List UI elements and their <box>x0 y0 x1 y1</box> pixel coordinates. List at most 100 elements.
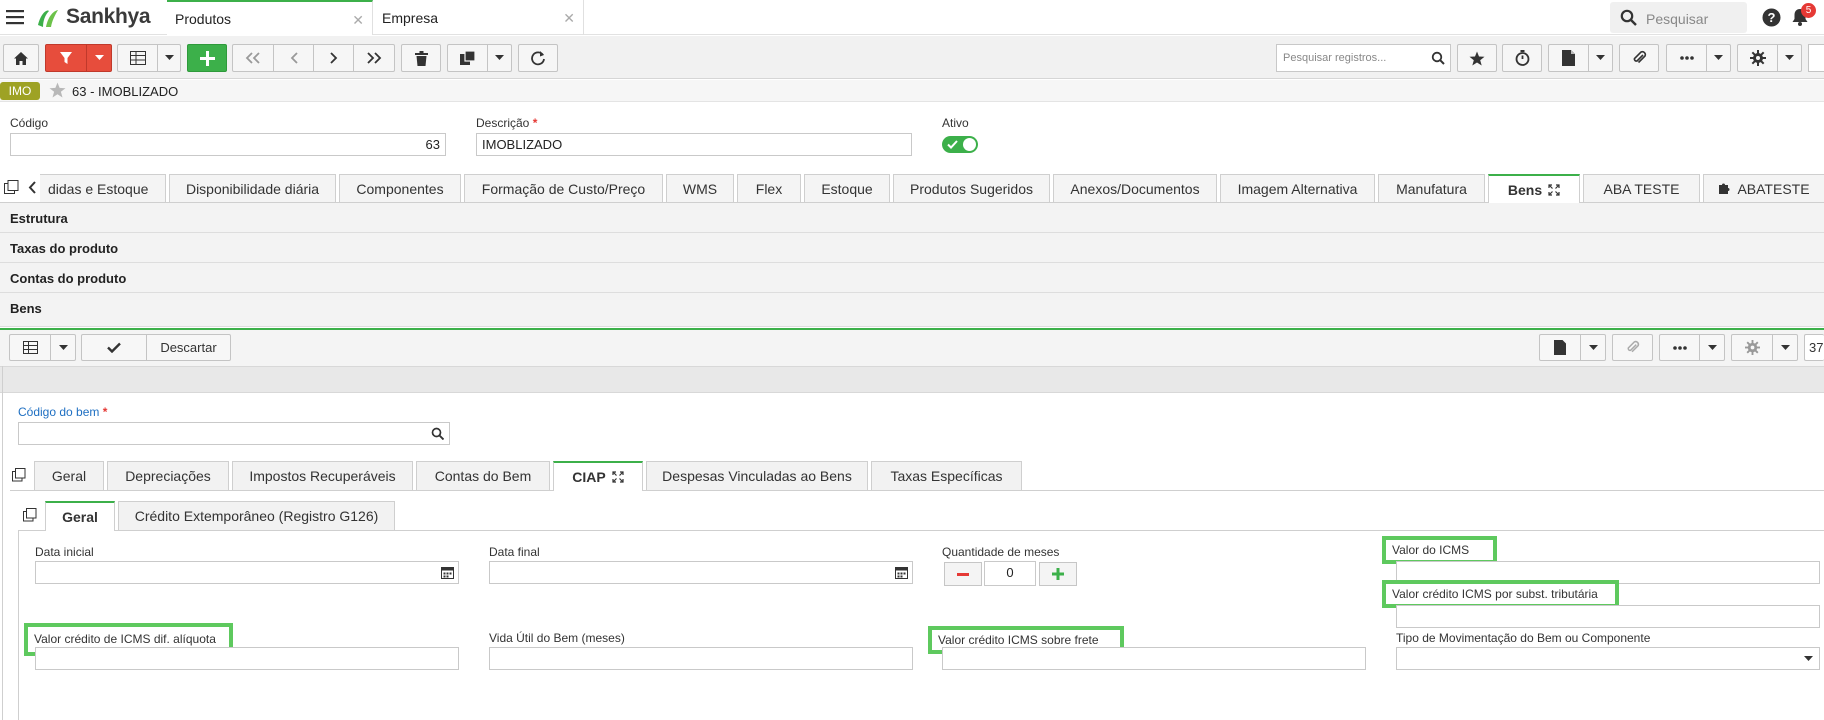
star-icon[interactable] <box>49 82 66 98</box>
double-chevron-left-icon <box>245 52 260 64</box>
section-estrutura[interactable]: Estrutura <box>0 203 1824 233</box>
home-icon <box>14 51 28 65</box>
tab-formacao-custo[interactable]: Formação de Custo/Preço <box>464 174 663 202</box>
ciap-tabs-baseline <box>18 530 1824 531</box>
previous-record-button[interactable] <box>273 44 314 72</box>
svg-text:?: ? <box>1768 10 1776 25</box>
more-actions-button[interactable] <box>1666 44 1707 72</box>
delete-button[interactable] <box>401 44 441 72</box>
page-number-input[interactable] <box>1808 44 1824 72</box>
section-contas-produto[interactable]: Contas do produto <box>0 263 1824 293</box>
tab-bem-impostos[interactable]: Impostos Recuperáveis <box>232 461 413 490</box>
copy-tabs-icon[interactable] <box>4 180 19 195</box>
tab-bem-depreciacoes[interactable]: Depreciações <box>107 461 229 490</box>
tab-imagem-alternativa[interactable]: Imagem Alternativa <box>1220 174 1375 202</box>
tab-manufatura[interactable]: Manufatura <box>1378 174 1485 202</box>
report-dropdown-button[interactable] <box>1588 44 1613 72</box>
record-title: 63 - IMOBLIZADO <box>72 84 179 99</box>
tab-wms[interactable]: WMS <box>666 174 734 202</box>
descricao-field[interactable]: IMOBLIZADO <box>476 133 912 156</box>
tab-ciap-geral[interactable]: Geral <box>45 501 115 531</box>
tab-aba-teste[interactable]: ABA TESTE <box>1583 174 1700 202</box>
codigo-bem-field[interactable] <box>18 422 450 445</box>
bens-report-button[interactable] <box>1539 334 1581 361</box>
settings-button[interactable] <box>1737 44 1778 72</box>
tab-flex[interactable]: Flex <box>737 174 801 202</box>
more-actions-dropdown-button[interactable] <box>1706 44 1731 72</box>
tab-estoque[interactable]: Estoque <box>804 174 890 202</box>
increment-button[interactable] <box>1039 562 1077 586</box>
tab-bem-geral[interactable]: Geral <box>34 461 104 490</box>
bens-grid-view-button[interactable] <box>9 334 51 361</box>
tab-bem-taxas[interactable]: Taxas Específicas <box>871 461 1022 490</box>
home-button[interactable] <box>3 44 39 72</box>
check-icon <box>947 140 958 149</box>
section-taxas-produto[interactable]: Taxas do produto <box>0 233 1824 263</box>
tab-bem-ciap[interactable]: CIAP <box>553 461 643 491</box>
tabs-scroll-left-icon[interactable] <box>28 181 37 194</box>
data-final-field[interactable] <box>489 561 913 584</box>
valor-credito-subst-field[interactable] <box>1396 605 1820 628</box>
grid-view-dropdown-button[interactable] <box>157 44 181 72</box>
timer-button[interactable] <box>1502 44 1542 72</box>
copy-tabs-icon[interactable] <box>12 468 26 482</box>
doc-tab-produtos[interactable]: Produtos ✕ <box>167 0 373 35</box>
doc-tab-empresa[interactable]: Empresa ✕ <box>374 0 584 35</box>
filter-button[interactable] <box>45 44 87 72</box>
tab-abateste[interactable]: ABATESTE <box>1703 174 1824 202</box>
record-search-input[interactable]: Pesquisar registros... <box>1276 44 1451 72</box>
bens-report-dropdown-button[interactable] <box>1580 334 1606 361</box>
valor-credito-dif-aliquota-field[interactable] <box>35 647 459 670</box>
tab-ciap-credito-extemporaneo[interactable]: Crédito Extemporâneo (Registro G126) <box>118 501 395 530</box>
tipo-movimentacao-select[interactable] <box>1396 647 1820 670</box>
valor-credito-frete-field[interactable] <box>942 647 1366 670</box>
section-bens[interactable]: Bens <box>0 293 1824 327</box>
tab-bem-despesas[interactable]: Despesas Vinculadas ao Bens <box>646 461 868 490</box>
bens-grid-dropdown-button[interactable] <box>50 334 76 361</box>
bens-more-actions-button[interactable] <box>1659 334 1700 361</box>
bens-page-number-input[interactable]: 37 <box>1804 334 1824 361</box>
tab-bem-contas[interactable]: Contas do Bem <box>416 461 550 490</box>
hamburger-menu-icon[interactable] <box>6 10 24 25</box>
add-record-button[interactable] <box>187 44 227 72</box>
settings-dropdown-button[interactable] <box>1777 44 1802 72</box>
last-record-button[interactable] <box>353 44 395 72</box>
duplicate-button[interactable] <box>447 44 488 72</box>
vida-util-field[interactable] <box>489 647 913 670</box>
calendar-icon[interactable] <box>441 566 454 579</box>
tab-produtos-sugeridos[interactable]: Produtos Sugeridos <box>893 174 1050 202</box>
first-record-button[interactable] <box>232 44 274 72</box>
favorite-button[interactable] <box>1457 44 1497 72</box>
close-icon[interactable]: ✕ <box>563 10 575 27</box>
report-button[interactable] <box>1548 44 1589 72</box>
close-icon[interactable]: ✕ <box>352 12 364 29</box>
duplicate-dropdown-button[interactable] <box>487 44 512 72</box>
help-icon[interactable]: ? <box>1762 8 1781 27</box>
tab-anexos-documentos[interactable]: Anexos/Documentos <box>1053 174 1217 202</box>
tab-bens[interactable]: Bens <box>1488 174 1580 203</box>
search-icon[interactable] <box>431 427 444 440</box>
bens-more-actions-dropdown-button[interactable] <box>1699 334 1725 361</box>
calendar-icon[interactable] <box>895 566 908 579</box>
filter-dropdown-button[interactable] <box>86 44 112 72</box>
next-record-button[interactable] <box>313 44 354 72</box>
confirm-button[interactable] <box>81 334 147 361</box>
grid-view-button[interactable] <box>117 44 158 72</box>
ativo-toggle[interactable] <box>942 136 978 153</box>
bens-settings-button[interactable] <box>1731 334 1773 361</box>
bens-settings-dropdown-button[interactable] <box>1772 334 1798 361</box>
data-inicial-field[interactable] <box>35 561 459 584</box>
search-icon[interactable] <box>1431 51 1445 65</box>
tab-componentes[interactable]: Componentes <box>339 174 461 202</box>
tab-disponibilidade[interactable]: Disponibilidade diária <box>169 174 336 202</box>
attachment-button[interactable] <box>1619 44 1659 72</box>
copy-tabs-icon[interactable] <box>23 508 37 522</box>
codigo-field[interactable]: 63 <box>10 133 446 156</box>
refresh-button[interactable] <box>518 44 558 72</box>
bens-attachment-button[interactable] <box>1612 334 1653 361</box>
decrement-button[interactable] <box>944 562 982 586</box>
quantidade-meses-field[interactable]: 0 <box>984 561 1036 586</box>
discard-button[interactable]: Descartar <box>146 334 231 361</box>
tab-medidas-estoque[interactable]: didas e Estoque <box>40 174 166 202</box>
global-search[interactable]: Pesquisar <box>1610 2 1747 33</box>
